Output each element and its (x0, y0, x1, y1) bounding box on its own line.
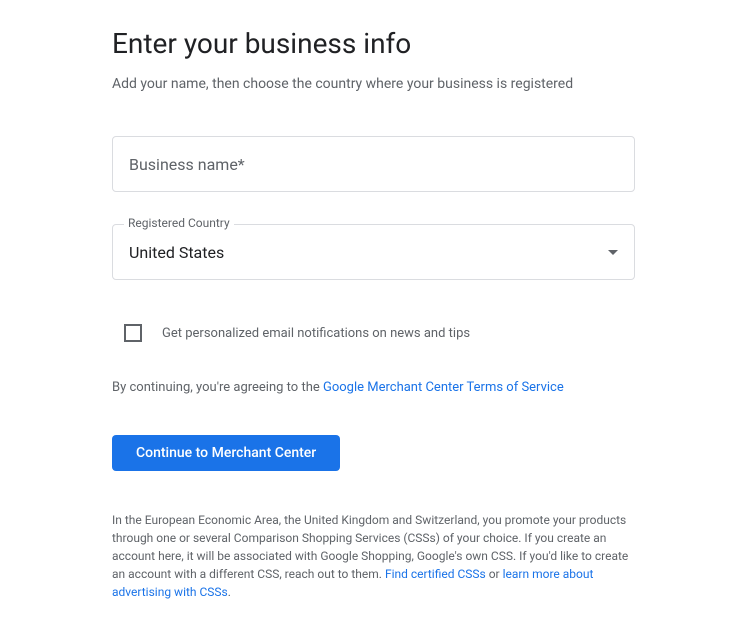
business-name-wrapper (112, 136, 635, 192)
terms-prefix: By continuing, you're agreeing to the (112, 380, 323, 395)
find-css-link[interactable]: Find certified CSSs (385, 567, 486, 581)
country-value: United States (129, 243, 224, 262)
country-label: Registered Country (124, 216, 234, 230)
terms-link[interactable]: Google Merchant Center Terms of Service (323, 380, 564, 395)
country-select-wrapper: Registered Country United States (112, 224, 635, 280)
terms-text: By continuing, you're agreeing to the Go… (112, 380, 635, 395)
page-subtitle: Add your name, then choose the country w… (112, 76, 635, 92)
footer-middle-text: or (486, 567, 503, 581)
country-select[interactable]: United States (112, 224, 635, 280)
page-title: Enter your business info (112, 27, 635, 60)
email-checkbox-row: Get personalized email notifications on … (112, 324, 635, 342)
email-checkbox[interactable] (124, 324, 142, 342)
chevron-down-icon (608, 250, 618, 255)
email-checkbox-label: Get personalized email notifications on … (162, 326, 470, 341)
business-name-input[interactable] (112, 136, 635, 192)
footer-period: . (228, 585, 231, 599)
footer-text: In the European Economic Area, the Unite… (112, 511, 635, 601)
continue-button[interactable]: Continue to Merchant Center (112, 435, 340, 471)
